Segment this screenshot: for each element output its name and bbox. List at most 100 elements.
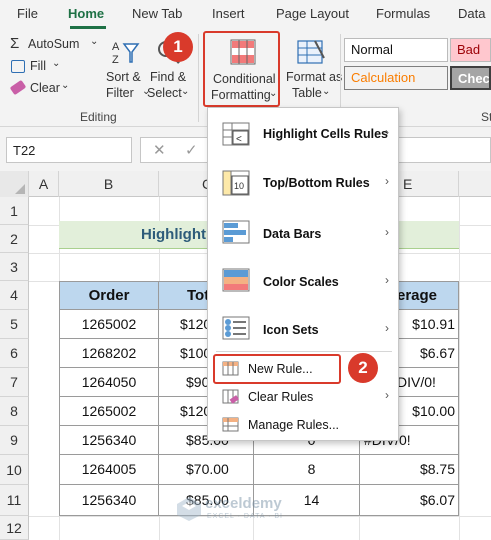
watermark-tagline: EXCEL · DATA · BI: [207, 513, 283, 520]
sort-filter-label-line1: Sort &: [106, 70, 141, 84]
order-cell[interactable]: 1265002: [59, 396, 159, 426]
chevron-down-icon: ⌄: [322, 86, 331, 97]
sort-filter-icon: A Z: [112, 41, 140, 66]
column-header-b[interactable]: B: [59, 171, 159, 197]
chevron-right-icon: ›: [385, 125, 389, 139]
format-as-table-button[interactable]: Format as Table ⌄: [282, 36, 343, 104]
row-header-4[interactable]: 4: [0, 281, 29, 310]
step-callout-1: 1: [163, 32, 193, 62]
select-all-corner[interactable]: [0, 171, 29, 197]
chevron-right-icon: ›: [385, 225, 389, 239]
header-order[interactable]: Order: [59, 281, 159, 310]
ribbon-tab-bar: File Home New Tab Insert Page Layout For…: [0, 0, 491, 30]
watermark-logo-icon: [177, 497, 201, 521]
color-scales-icon: [222, 268, 250, 292]
autosum-label: AutoSum: [28, 37, 80, 51]
tab-page-layout[interactable]: Page Layout: [276, 6, 349, 21]
data-bars-icon: [222, 220, 250, 244]
row-header-12[interactable]: 12: [0, 516, 29, 540]
row-header-9[interactable]: 9: [0, 426, 29, 455]
average-cell[interactable]: $8.75: [359, 454, 459, 485]
row-header-5[interactable]: 5: [0, 310, 29, 339]
svg-text:A: A: [112, 41, 120, 53]
tab-new-tab[interactable]: New Tab: [132, 6, 182, 21]
menu-label: Manage Rules...: [248, 418, 340, 432]
tab-data[interactable]: Data: [458, 6, 485, 21]
style-calculation[interactable]: Calculation: [344, 66, 448, 90]
order-cell[interactable]: 1264050: [59, 367, 159, 397]
row-header-7[interactable]: 7: [0, 368, 29, 397]
tab-insert[interactable]: Insert: [212, 6, 245, 21]
menu-item-icon-sets[interactable]: Icon Sets ›: [208, 309, 398, 355]
menu-label: Icon Sets: [263, 323, 319, 337]
menu-item-manage-rules[interactable]: Manage Rules...: [208, 412, 398, 438]
page-title: Highlight: [141, 226, 206, 243]
menu-item-highlight-cells-rules[interactable]: < Highlight Cells Rules ›: [208, 112, 398, 158]
style-normal[interactable]: Normal: [344, 38, 448, 62]
tab-formulas[interactable]: Formulas: [376, 6, 430, 21]
menu-label: Color Scales: [263, 275, 339, 289]
menu-item-data-bars[interactable]: Data Bars ›: [208, 213, 398, 259]
order-cell[interactable]: 1264005: [59, 454, 159, 485]
find-select-label-line1: Find &: [150, 70, 187, 84]
gridline: [459, 197, 460, 540]
order-cell[interactable]: 1265002: [59, 309, 159, 339]
chevron-down-icon: ⌄: [52, 58, 61, 69]
sort-filter-label-line2: Filter: [106, 86, 134, 100]
menu-item-clear-rules[interactable]: Clear Rules ›: [208, 384, 398, 410]
cancel-icon[interactable]: ✕: [153, 141, 166, 159]
order-cell[interactable]: 1256340: [59, 425, 159, 455]
find-select-label-line2: Select: [147, 86, 182, 100]
row-header-6[interactable]: 6: [0, 339, 29, 368]
watermark-name: exceldemy: [205, 495, 282, 512]
styles-group-label: St: [481, 110, 491, 124]
order-cell[interactable]: 1256340: [59, 484, 159, 516]
menu-item-top-bottom-rules[interactable]: 10 Top/Bottom Rules ›: [208, 162, 398, 208]
style-check[interactable]: Check: [450, 66, 491, 90]
row-header-10[interactable]: 10: [0, 455, 29, 485]
svg-text:10: 10: [234, 181, 244, 191]
active-tab-indicator: [70, 26, 106, 29]
tab-home[interactable]: Home: [68, 6, 104, 21]
clear-rules-icon: [222, 389, 239, 404]
order-cell[interactable]: 1268202: [59, 338, 159, 368]
name-box[interactable]: T22: [6, 137, 132, 163]
fill-button[interactable]: Fill ⌄: [8, 58, 68, 76]
autosum-button[interactable]: Σ AutoSum ⌄: [8, 35, 108, 54]
row-header-1[interactable]: 1: [0, 197, 29, 225]
clear-button[interactable]: Clear ⌄: [8, 79, 78, 98]
check-icon[interactable]: ✓: [185, 141, 198, 159]
fill-down-icon: [11, 60, 25, 73]
chevron-down-icon: ⌄: [90, 36, 99, 47]
sort-filter-button[interactable]: A Z Sort & Filter ⌄: [104, 36, 150, 104]
conditional-formatting-menu: < Highlight Cells Rules › 10 Top/Bottom …: [207, 107, 399, 441]
row-header-11[interactable]: 11: [0, 485, 29, 516]
average-cell[interactable]: $6.07: [359, 484, 459, 516]
quantity-cell[interactable]: 8: [253, 454, 360, 485]
tab-file[interactable]: File: [17, 6, 38, 21]
column-header-a[interactable]: A: [29, 171, 59, 197]
format-table-label-line1: Format as: [286, 70, 343, 84]
svg-text:Z: Z: [112, 54, 119, 66]
chevron-right-icon: ›: [385, 388, 389, 402]
menu-label: Top/Bottom Rules: [263, 176, 370, 190]
row-header-8[interactable]: 8: [0, 397, 29, 426]
row-header-3[interactable]: 3: [0, 253, 29, 281]
highlight-box-new-rule: [213, 354, 341, 384]
group-divider: [198, 34, 199, 122]
highlight-box-conditional-formatting: [203, 31, 280, 107]
clear-label: Clear: [30, 81, 60, 95]
fill-label: Fill: [30, 59, 46, 73]
menu-item-color-scales[interactable]: Color Scales ›: [208, 261, 398, 307]
chevron-down-icon: ⌄: [61, 80, 70, 91]
corner-triangle-icon: [15, 184, 25, 194]
format-table-icon: [297, 40, 325, 64]
menu-label: Clear Rules: [248, 390, 314, 404]
watermark: exceldemy EXCEL · DATA · BI: [176, 494, 326, 524]
manage-rules-icon: [222, 417, 239, 432]
format-table-label-line2: Table: [292, 86, 322, 100]
row-header-2[interactable]: 2: [0, 225, 29, 253]
total-cell[interactable]: $70.00: [158, 454, 254, 485]
menu-label: Data Bars: [263, 227, 322, 241]
style-bad[interactable]: Bad: [450, 38, 491, 62]
